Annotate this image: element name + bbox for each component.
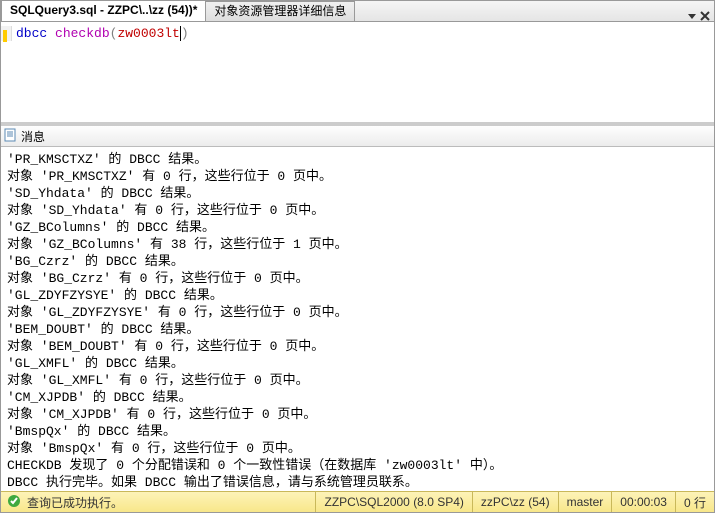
sql-function: checkdb <box>55 26 110 41</box>
status-right-cells: ZZPC\SQL2000 (8.0 SP4) zzPC\zz (54) mast… <box>315 492 714 512</box>
document-tab-bar: SQLQuery3.sql - ZZPC\..\zz (54))* 对象资源管理… <box>1 1 714 22</box>
status-login: zzPC\zz (54) <box>472 492 558 512</box>
messages-output[interactable]: 'PR_KMSCTXZ' 的 DBCC 结果。 对象 'PR_KMSCTXZ' … <box>1 147 714 491</box>
status-database: master <box>558 492 612 512</box>
results-tab-bar: 消息 <box>1 126 714 147</box>
editor-line: dbcc checkdb(zw0003lt) <box>16 26 189 41</box>
status-message: 查询已成功执行。 <box>27 494 123 511</box>
status-rowcount: 0 行 <box>675 492 714 512</box>
status-bar: 查询已成功执行。 ZZPC\SQL2000 (8.0 SP4) zzPC\zz … <box>1 491 714 512</box>
sql-paren: ) <box>181 26 189 41</box>
active-files-dropdown-icon[interactable] <box>688 12 696 20</box>
sql-editor[interactable]: dbcc checkdb(zw0003lt) <box>1 22 714 45</box>
messages-tab[interactable]: 消息 <box>21 128 45 145</box>
messages-tab-icon <box>3 128 17 145</box>
tab-sqlquery[interactable]: SQLQuery3.sql - ZZPC\..\zz (54))* <box>1 0 206 21</box>
app-root: SQLQuery3.sql - ZZPC\..\zz (54))* 对象资源管理… <box>0 0 715 513</box>
tab-controls <box>688 11 714 21</box>
editor-gutter <box>1 26 12 41</box>
close-tab-icon[interactable] <box>700 11 710 21</box>
sql-argument: zw0003lt <box>117 26 179 41</box>
status-elapsed: 00:00:03 <box>611 492 675 512</box>
sql-editor-pane: dbcc checkdb(zw0003lt) <box>1 22 714 124</box>
status-message-cell: 查询已成功执行。 <box>1 494 315 511</box>
tab-object-explorer-details[interactable]: 对象资源管理器详细信息 <box>205 1 355 21</box>
success-check-icon <box>7 494 21 511</box>
sql-keyword: dbcc <box>16 26 47 41</box>
status-server: ZZPC\SQL2000 (8.0 SP4) <box>315 492 471 512</box>
current-line-marker <box>3 30 7 42</box>
